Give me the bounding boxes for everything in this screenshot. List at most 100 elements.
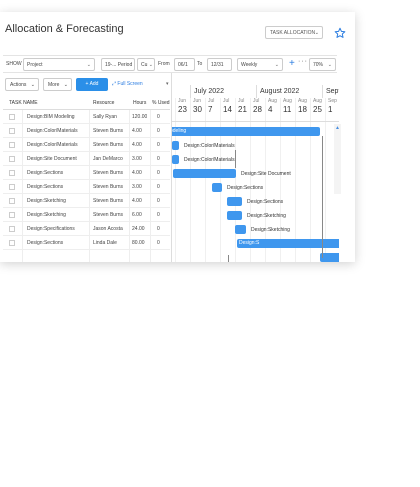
month-label: July 2022 bbox=[194, 88, 224, 95]
row-checkbox[interactable] bbox=[9, 128, 15, 134]
gantt-bar[interactable] bbox=[212, 183, 222, 192]
view-select[interactable]: TASK ALLOCATION ⌄ bbox=[265, 26, 323, 39]
col-used[interactable]: % Used bbox=[152, 100, 170, 106]
table-row[interactable]: Design:Site Document Jan DeMarco 3.00 0 bbox=[3, 152, 170, 166]
gantt-bar[interactable]: odeling bbox=[172, 127, 320, 136]
task-name-cell: Design:Specifications bbox=[27, 226, 75, 232]
task-name-cell: Design:Sketching bbox=[27, 198, 66, 204]
hours-cell: 80.00 bbox=[132, 240, 145, 246]
resource-cell: Steven Burns bbox=[93, 212, 124, 218]
week-tick: Aug 18 bbox=[298, 98, 307, 114]
row-checkbox[interactable] bbox=[9, 156, 15, 162]
table-row[interactable]: Design:Sections Steven Burns 3.00 0 bbox=[3, 180, 170, 194]
week-divider bbox=[265, 98, 266, 262]
to-date-input[interactable]: 12/31 bbox=[207, 58, 232, 71]
table-row[interactable]: Design:Specifications Jason Acosta 24.00 0 bbox=[3, 222, 170, 236]
gantt-bar[interactable] bbox=[227, 197, 242, 206]
add-button[interactable]: + Add bbox=[76, 78, 108, 91]
row-checkbox[interactable] bbox=[9, 170, 15, 176]
hours-cell: 3.00 bbox=[132, 156, 142, 162]
gantt-bar[interactable] bbox=[173, 169, 236, 178]
show-select[interactable]: Project ⌄ bbox=[23, 58, 95, 71]
month-divider bbox=[190, 85, 191, 98]
week-divider bbox=[280, 98, 281, 262]
resource-cell: Jason Acosta bbox=[93, 226, 123, 232]
gantt-bar-label: Design:Color/Materials bbox=[184, 157, 235, 163]
more-dots-icon[interactable]: ··· bbox=[298, 58, 308, 65]
chevron-down-icon[interactable]: ▾ bbox=[166, 81, 169, 87]
task-grid: TASK NAME Resource Hours % Used Design:B… bbox=[3, 96, 170, 262]
tick-month: Aug bbox=[268, 98, 277, 104]
hours-cell: 3.00 bbox=[132, 184, 142, 190]
used-cell: 0 bbox=[157, 212, 160, 218]
month-divider bbox=[322, 85, 323, 98]
tick-month: Sep bbox=[328, 98, 337, 104]
tick-day: 11 bbox=[283, 105, 292, 114]
gantt-bar[interactable]: Design:S bbox=[237, 239, 339, 248]
row-checkbox[interactable] bbox=[9, 212, 15, 218]
period-select[interactable]: 19-... Period bbox=[101, 58, 135, 71]
row-checkbox[interactable] bbox=[9, 184, 15, 190]
row-checkbox[interactable] bbox=[9, 226, 15, 232]
table-row[interactable]: Design:Sections Steven Burns 4.00 0 bbox=[3, 166, 170, 180]
row-checkbox[interactable] bbox=[9, 240, 15, 246]
to-label: To bbox=[197, 61, 203, 67]
resource-cell: Steven Burns bbox=[93, 128, 124, 134]
task-name-cell: Design:Color/Materials bbox=[27, 142, 78, 148]
used-cell: 0 bbox=[157, 156, 160, 162]
gantt-scrollbar[interactable] bbox=[334, 124, 341, 194]
hours-cell: 4.00 bbox=[132, 170, 142, 176]
week-tick: Aug 25 bbox=[313, 98, 322, 114]
page-header: Allocation & Forecasting TASK ALLOCATION… bbox=[0, 12, 355, 48]
full-screen-button[interactable]: ⤢ Full Screen bbox=[112, 81, 143, 87]
from-date-input[interactable]: 06/1 bbox=[174, 58, 195, 71]
row-checkbox[interactable] bbox=[9, 142, 15, 148]
gantt-bar[interactable] bbox=[227, 211, 242, 220]
week-tick: Jul 14 bbox=[223, 98, 232, 114]
dependency-line bbox=[322, 136, 323, 258]
show-select-value: Project bbox=[27, 62, 43, 68]
month-label: August 2022 bbox=[260, 88, 300, 95]
table-row[interactable]: Design:Sections Linda Dale 80.00 0 bbox=[3, 236, 170, 250]
full-screen-label: Full Screen bbox=[117, 81, 143, 87]
zoom-select-value: 70% bbox=[313, 62, 324, 68]
table-row[interactable]: Design:Color/Materials Steven Burns 4.00 0 bbox=[3, 138, 170, 152]
row-checkbox[interactable] bbox=[9, 198, 15, 204]
gantt-header-divider bbox=[172, 121, 339, 122]
col-hours[interactable]: Hours bbox=[133, 100, 146, 106]
week-tick: Aug 4 bbox=[268, 98, 277, 114]
plus-icon[interactable]: + bbox=[289, 57, 295, 70]
dependency-line bbox=[235, 150, 236, 168]
chevron-down-icon: ⌄ bbox=[274, 62, 279, 68]
gantt-bar[interactable] bbox=[172, 155, 179, 164]
table-row[interactable]: Design:Color/Materials Steven Burns 4.00 0 bbox=[3, 124, 170, 138]
view-select-label: TASK ALLOCATION bbox=[270, 30, 316, 36]
month-label: Septe bbox=[326, 88, 339, 95]
used-cell: 0 bbox=[157, 128, 160, 134]
chevron-down-icon: ⌄ bbox=[327, 62, 332, 68]
used-cell: 0 bbox=[157, 198, 160, 204]
col-task-name[interactable]: TASK NAME bbox=[9, 100, 38, 106]
more-button[interactable]: More ⌄ bbox=[43, 78, 72, 91]
zoom-select[interactable]: 70% ⌄ bbox=[309, 58, 336, 71]
row-checkbox[interactable] bbox=[9, 114, 15, 120]
star-icon[interactable] bbox=[334, 27, 346, 39]
tick-day: 21 bbox=[238, 105, 247, 114]
table-row[interactable]: Design:BIM Modeling Sally Ryan 120.00 0 bbox=[3, 110, 170, 124]
week-divider bbox=[310, 98, 311, 262]
table-row[interactable]: Design:Sketching Steven Burns 4.00 0 bbox=[3, 194, 170, 208]
currency-select[interactable]: Cu ⌄ bbox=[137, 58, 155, 71]
allocation-panel: Allocation & Forecasting TASK ALLOCATION… bbox=[0, 12, 355, 262]
hours-cell: 120.00 bbox=[132, 114, 148, 120]
actions-button[interactable]: Actions ⌄ bbox=[5, 78, 39, 91]
week-tick: Jul 28 bbox=[253, 98, 262, 114]
resource-cell: Steven Burns bbox=[93, 142, 124, 148]
used-cell: 0 bbox=[157, 142, 160, 148]
table-row[interactable]: Design:Sketching Steven Burns 6.00 0 bbox=[3, 208, 170, 222]
from-date-value: 06/1 bbox=[178, 62, 188, 68]
gantt-bar[interactable] bbox=[235, 225, 246, 234]
interval-select[interactable]: Weekly ⌄ bbox=[237, 58, 283, 71]
col-resource[interactable]: Resource bbox=[93, 100, 114, 106]
gantt-bar[interactable] bbox=[172, 141, 179, 150]
scroll-up-arrow-icon[interactable]: ▲ bbox=[335, 125, 340, 131]
